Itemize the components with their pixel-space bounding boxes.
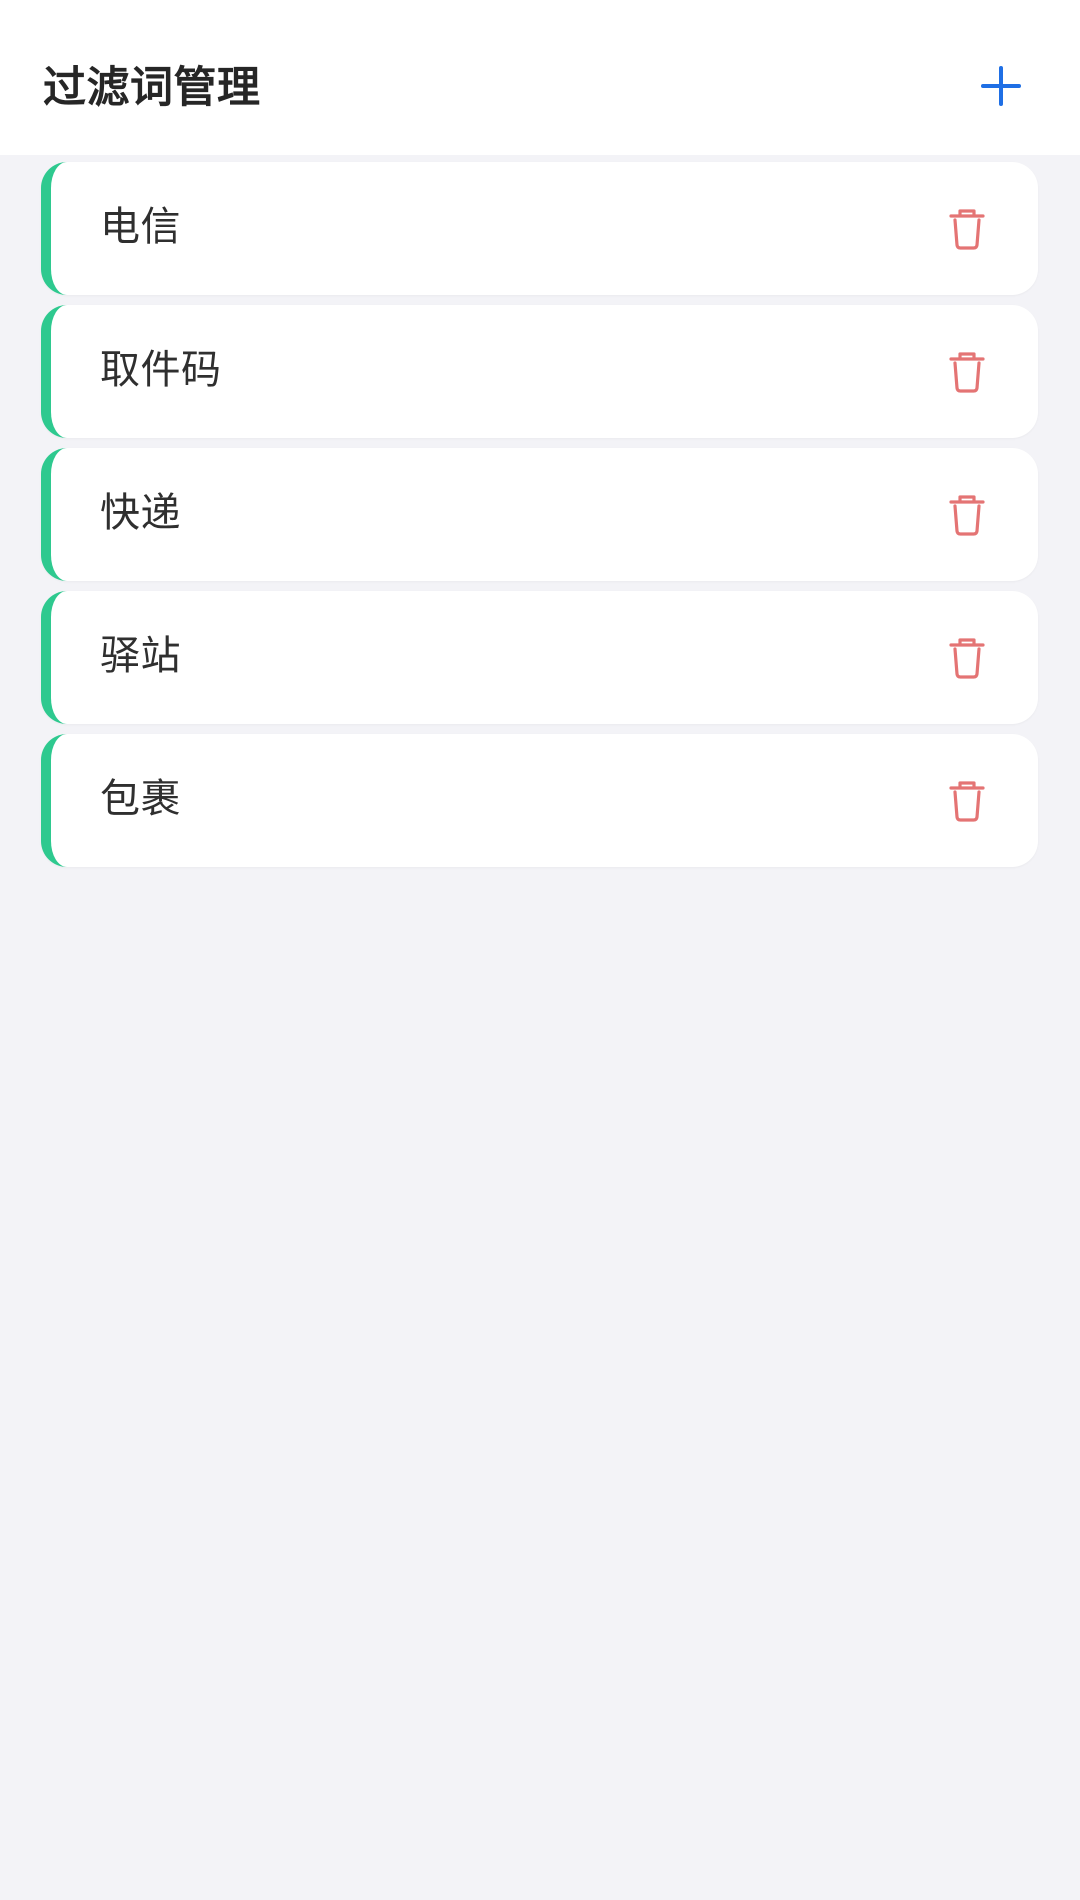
delete-button[interactable] xyxy=(944,492,990,538)
filter-word-item[interactable]: 快递 xyxy=(41,448,1038,581)
delete-button[interactable] xyxy=(944,349,990,395)
trash-icon xyxy=(949,638,985,679)
top-bar: 过滤词管理 xyxy=(0,0,1080,155)
add-filter-word-button[interactable] xyxy=(975,60,1027,112)
filter-word-label: 包裹 xyxy=(100,776,181,822)
filter-word-item[interactable]: 包裹 xyxy=(41,734,1038,867)
trash-icon xyxy=(949,781,985,822)
filter-word-label: 驿站 xyxy=(100,633,181,679)
trash-icon xyxy=(949,495,985,536)
filter-word-label: 快递 xyxy=(100,490,181,536)
trash-icon xyxy=(949,352,985,393)
filter-word-list: 电信 取件码 快递 驿站 包裹 xyxy=(41,162,1038,877)
filter-word-item[interactable]: 电信 xyxy=(41,162,1038,295)
filter-word-item[interactable]: 取件码 xyxy=(41,305,1038,438)
filter-word-label: 电信 xyxy=(100,204,181,250)
filter-word-label: 取件码 xyxy=(100,347,222,393)
page-title: 过滤词管理 xyxy=(43,63,261,113)
delete-button[interactable] xyxy=(944,778,990,824)
plus-icon xyxy=(981,66,1021,106)
delete-button[interactable] xyxy=(944,206,990,252)
filter-words-page: 过滤词管理 电信 取件码 快递 驿站 包裹 xyxy=(0,0,1080,1900)
filter-word-item[interactable]: 驿站 xyxy=(41,591,1038,724)
trash-icon xyxy=(949,209,985,250)
delete-button[interactable] xyxy=(944,635,990,681)
